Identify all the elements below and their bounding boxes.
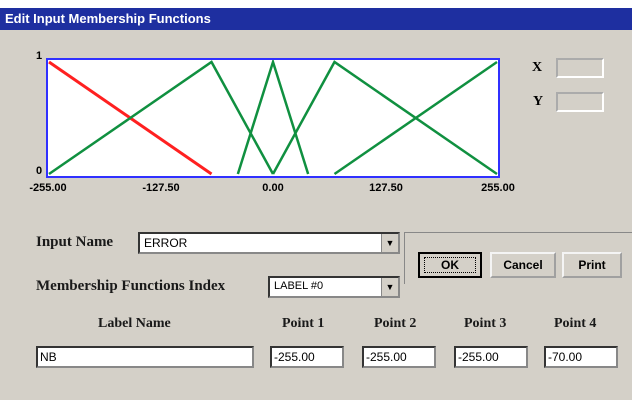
x-tick-255: 255.00: [481, 182, 515, 194]
cancel-button[interactable]: Cancel: [490, 252, 556, 278]
mf-line-1: [48, 60, 275, 176]
ok-button[interactable]: OK: [418, 252, 482, 278]
print-button[interactable]: Print: [562, 252, 622, 278]
input-name-select[interactable]: ERROR ▼: [138, 232, 400, 254]
x-coord-box: [556, 58, 604, 78]
x-tick-neg255: -255.00: [29, 182, 67, 194]
ok-button-label: OK: [424, 257, 476, 273]
membership-chart-svg: [48, 60, 498, 176]
input-name-label: Input Name: [36, 234, 114, 250]
edit-input-mf-dialog: Edit Input Membership Functions 1 0 -255…: [0, 8, 632, 400]
input-name-value: ERROR: [144, 236, 188, 250]
x-tick-neg127: -127.50: [142, 182, 180, 194]
label-name-header: Label Name: [98, 316, 171, 331]
point1-input[interactable]: -255.00: [270, 346, 344, 368]
chevron-down-icon[interactable]: ▼: [381, 278, 398, 296]
mf-index-value: LABEL #0: [274, 280, 324, 292]
y-coord-box: [556, 92, 604, 112]
point1-header: Point 1: [282, 316, 325, 331]
membership-plot: [46, 58, 500, 178]
y-tick-1: 1: [36, 50, 43, 62]
x-tick-127: 127.50: [369, 182, 403, 194]
point4-input[interactable]: -70.00: [544, 346, 618, 368]
chevron-down-icon[interactable]: ▼: [381, 234, 398, 252]
x-tick-0: 0.00: [262, 182, 284, 194]
y-coord-label: Y: [533, 94, 544, 109]
mf-line-2: [236, 60, 310, 175]
mf-line-3: [271, 60, 498, 176]
y-tick-0: 0: [36, 165, 43, 177]
window-title: Edit Input Membership Functions: [0, 8, 632, 30]
mf-index-label: Membership Functions Index: [36, 278, 226, 294]
point3-header: Point 3: [464, 316, 507, 331]
point2-input[interactable]: -255.00: [362, 346, 436, 368]
point2-header: Point 2: [374, 316, 417, 331]
label-name-input[interactable]: NB: [36, 346, 254, 368]
mf-index-select[interactable]: LABEL #0 ▼: [268, 276, 400, 298]
x-coord-label: X: [532, 60, 543, 75]
point3-input[interactable]: -255.00: [454, 346, 528, 368]
point4-header: Point 4: [554, 316, 597, 331]
